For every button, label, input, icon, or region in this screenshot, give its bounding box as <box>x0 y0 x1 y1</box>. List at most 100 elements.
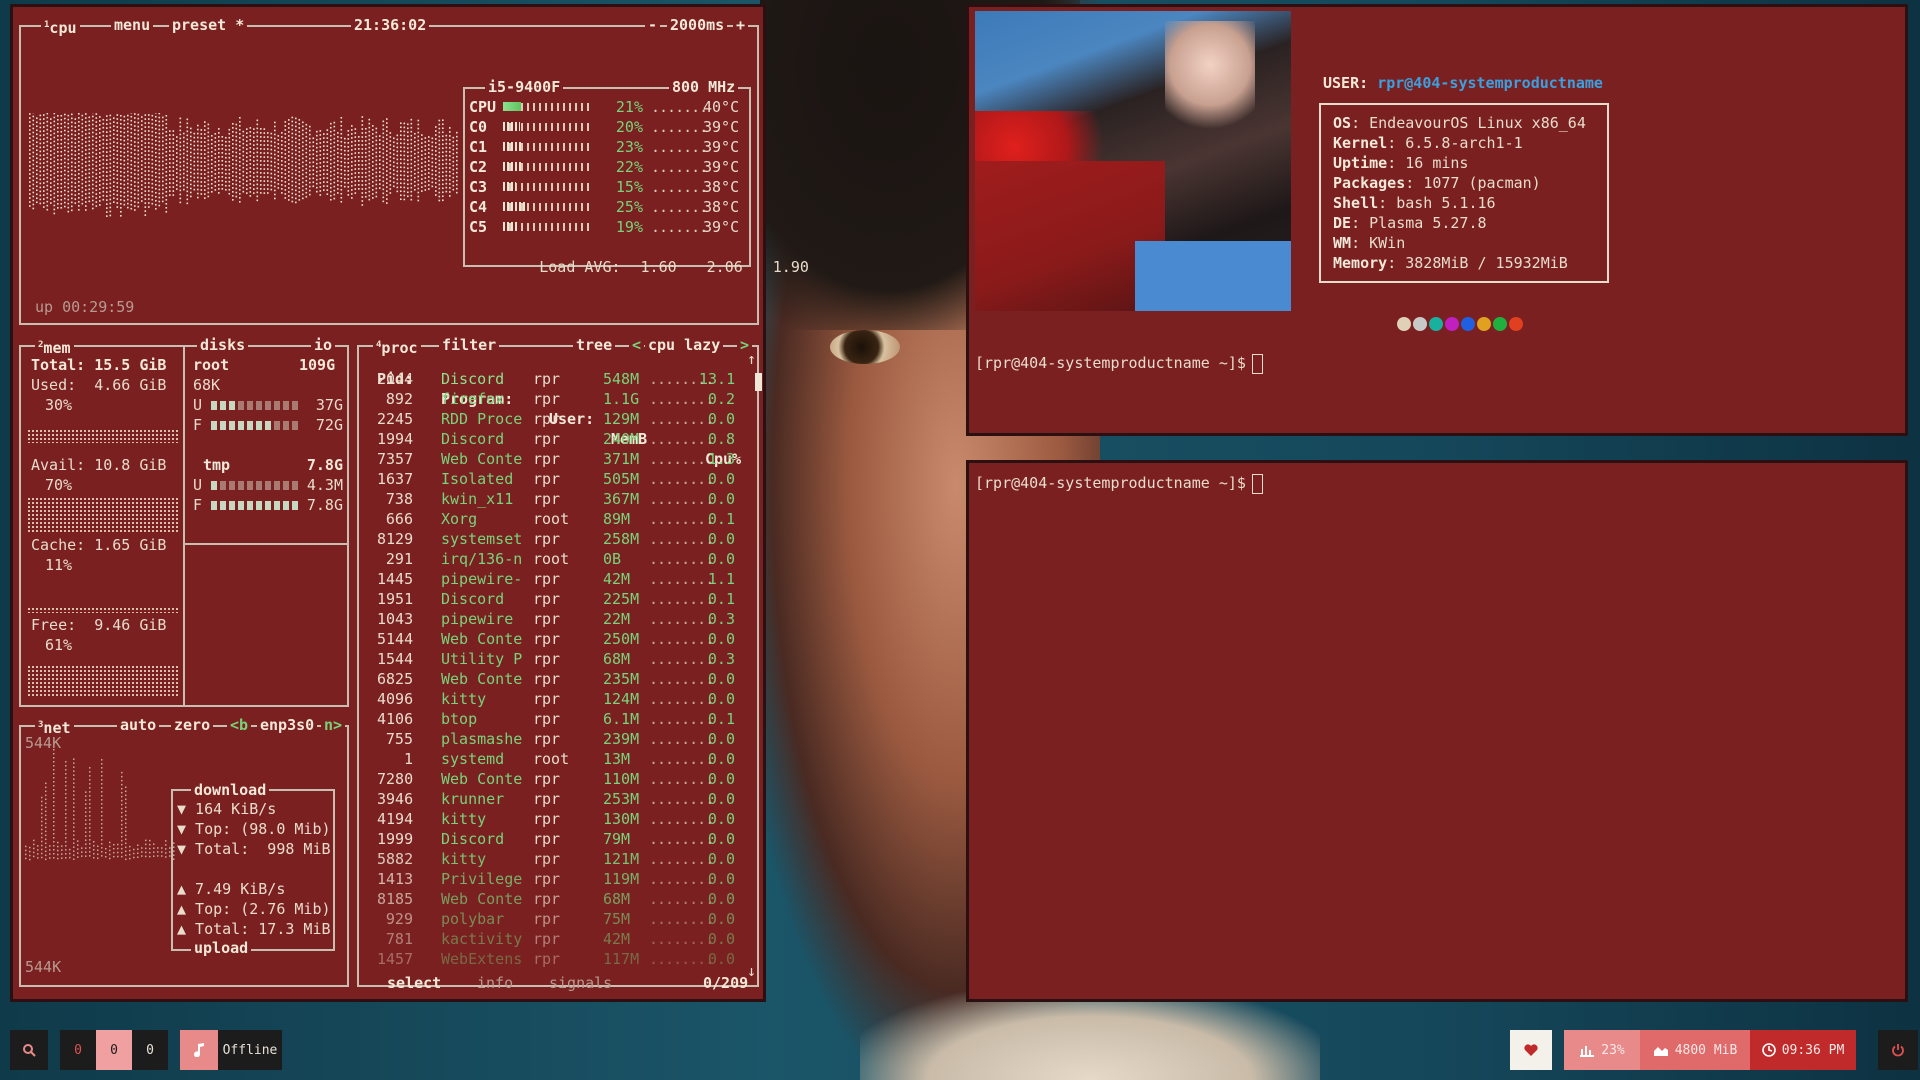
interval-value: 2000ms <box>667 16 728 34</box>
disk-tmp: tmp 7.8G <box>203 456 343 474</box>
cpu-usage-graph <box>29 113 458 217</box>
fetch-line: Kernel: 6.5.8-arch1-1 <box>1333 133 1523 153</box>
fetch-prompt[interactable]: [rpr@404-systemproductname ~]$ <box>975 353 1263 374</box>
upload-rate: ▲ 7.49 KiB/s <box>177 880 286 898</box>
proc-signals-button[interactable]: signals <box>549 973 612 993</box>
proc-box: 4proc filter tree < cpu lazy > Pid: Prog… <box>357 336 762 992</box>
proc-scroll-down[interactable]: ↓ <box>747 961 756 981</box>
proc-pid: 6825 <box>377 670 414 688</box>
mem-cache: Cache: 1.65 GiB <box>31 536 167 554</box>
interval-increase-button[interactable]: + <box>733 16 749 34</box>
proc-pid: 1413 <box>377 870 414 888</box>
mem-tab[interactable]: 2mem <box>35 336 74 357</box>
proc-pid: 4096 <box>377 690 414 708</box>
terminal-window[interactable]: [rpr@404-systemproductname ~]$ <box>966 460 1908 1002</box>
clock-module[interactable]: 09:36 PM <box>1750 1030 1856 1070</box>
cpu-module[interactable]: 23% <box>1564 1030 1640 1070</box>
cpu-core-pct: 20% <box>615 118 643 136</box>
download-rate: ▼ 164 KiB/s <box>177 800 277 818</box>
interval-decrease-button[interactable]: - <box>645 16 661 34</box>
preset-button[interactable]: preset * <box>169 16 248 34</box>
music-status[interactable]: Offline <box>218 1030 282 1070</box>
cpu-temp-spark: ....... <box>651 178 708 196</box>
proc-cpu-spark: ........ <box>649 770 714 788</box>
proc-prog: WebExtens <box>441 950 523 968</box>
proc-user: rpr <box>533 390 561 408</box>
cpu-tab[interactable]: 1cpu <box>41 16 80 37</box>
workspace-3[interactable]: 0 <box>132 1030 168 1070</box>
proc-pid: 8129 <box>377 530 414 548</box>
proc-info-button[interactable]: info <box>477 973 513 993</box>
net-auto-toggle[interactable]: auto <box>117 716 160 734</box>
upload-title: upload <box>191 939 252 957</box>
cpu-core-bar-fill <box>503 102 522 111</box>
music-icon-button[interactable] <box>180 1030 218 1070</box>
proc-cpu-spark: ........ <box>649 550 714 568</box>
cpu-core-bar-fill <box>503 202 525 211</box>
proc-pid: 738 <box>385 490 413 508</box>
cpu-core-bar-fill <box>503 142 523 151</box>
net-zero-toggle[interactable]: zero <box>171 716 214 734</box>
proc-user: rpr <box>533 770 561 788</box>
proc-select-button[interactable]: select <box>387 973 441 993</box>
proc-user: rpr <box>533 790 561 808</box>
proc-scroll-up[interactable]: ↑ <box>747 349 756 369</box>
io-toggle[interactable]: io <box>311 336 336 354</box>
proc-pid: 1637 <box>377 470 414 488</box>
cpu-temp-spark: ....... <box>651 198 708 216</box>
fetch-value: bash 5.1.16 <box>1396 194 1496 212</box>
fetch-separator: : <box>1351 214 1370 232</box>
cpu-core-bar-fill <box>503 162 522 171</box>
launcher-button[interactable] <box>10 1030 48 1070</box>
proc-pid: 666 <box>385 510 413 528</box>
proc-scrollbar-thumb[interactable] <box>755 373 762 391</box>
fetch-line: Memory: 3828MiB / 15932MiB <box>1333 253 1568 273</box>
proc-mem: 119M <box>603 870 640 888</box>
download-title: download <box>191 781 270 799</box>
proc-prog: irq/136-n <box>441 550 523 568</box>
fetch-terminal-window[interactable]: USER: rpr@404-systemproductname OS: Ende… <box>966 4 1908 436</box>
fetch-value: Plasma 5.27.8 <box>1369 214 1487 232</box>
proc-mem: 110M <box>603 770 640 788</box>
menu-button[interactable]: menu <box>111 16 154 34</box>
fetch-user-line: USER: rpr@404-systemproductname <box>1323 74 1603 92</box>
disks-tab[interactable]: disks <box>197 336 249 354</box>
disk-usage-meter <box>211 481 302 490</box>
workspace-2[interactable]: 0 <box>96 1030 132 1070</box>
proc-cpu-spark: ........ <box>649 650 714 668</box>
search-icon <box>23 1044 36 1057</box>
palette-swatch <box>1445 317 1459 331</box>
mem-free-meter <box>27 665 179 697</box>
proc-prog: Discord <box>441 370 505 388</box>
load-avg: Load AVG: 1.60 2.06 1.90 <box>539 258 809 276</box>
taskbar-right: 23% 4800 MiB 09:36 PM <box>1510 1030 1918 1070</box>
cpu-core-bar <box>503 142 589 151</box>
cpu-core-pct: 25% <box>615 198 643 216</box>
heart-button[interactable] <box>1510 1030 1552 1070</box>
clock-icon <box>1761 1043 1776 1057</box>
power-button[interactable] <box>1878 1030 1918 1070</box>
fetch-value: 6.5.8-arch1-1 <box>1405 134 1523 152</box>
power-icon <box>1892 1044 1904 1057</box>
memory-module[interactable]: 4800 MiB <box>1640 1030 1750 1070</box>
proc-cpu-spark: ........ <box>649 730 714 748</box>
proc-user: root <box>533 510 570 528</box>
net-next-iface[interactable]: n> <box>321 716 346 734</box>
workspace-1[interactable]: 0 <box>60 1030 96 1070</box>
upload-top: ▲ Top: (2.76 Mib) <box>177 900 331 918</box>
terminal-cursor <box>1251 353 1263 374</box>
proc-pid: 1999 <box>377 830 414 848</box>
uptime-label: up 00:29:59 <box>35 298 135 316</box>
cpu-core-pct: 19% <box>615 218 643 236</box>
terminal-prompt[interactable]: [rpr@404-systemproductname ~]$ <box>975 473 1263 494</box>
mem-used-pct: 30% <box>45 396 73 414</box>
disk-root-io: 68K <box>193 376 221 394</box>
net-prev-iface[interactable]: <b <box>227 716 252 734</box>
proc-user: root <box>533 750 570 768</box>
disk-usage-meter <box>211 501 302 510</box>
proc-cpu-spark: ........ <box>649 690 714 708</box>
cpu-core-temp: 39°C <box>703 138 740 156</box>
proc-mem: 130M <box>603 810 640 828</box>
cpu-module-value: 23% <box>1601 1042 1625 1058</box>
btop-window[interactable]: 1cpu menu preset * 21:36:02 - 2000ms + u… <box>10 4 809 1002</box>
